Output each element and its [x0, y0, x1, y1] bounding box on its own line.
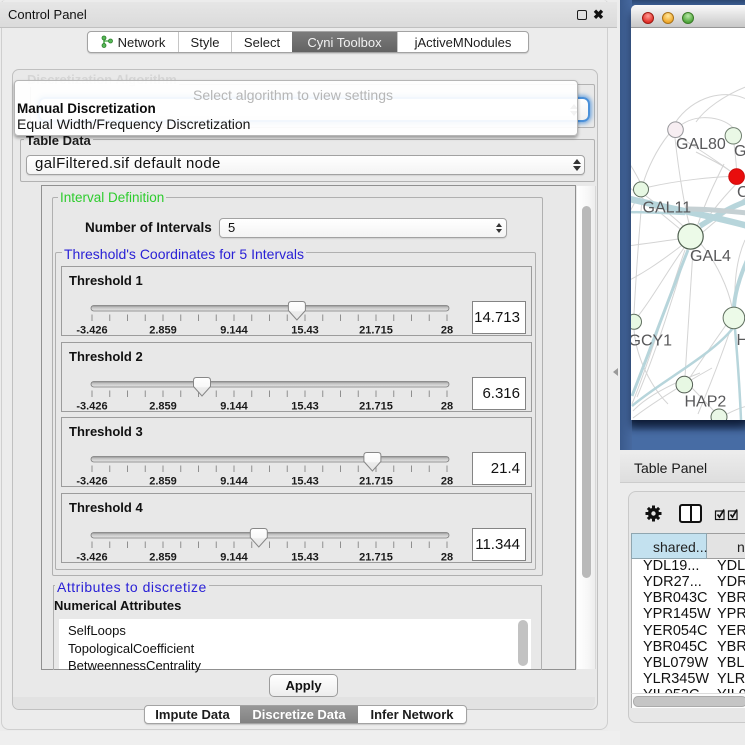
- svg-text:-3.426: -3.426: [76, 401, 107, 412]
- svg-text:-3.426: -3.426: [76, 476, 107, 487]
- svg-text:15.43: 15.43: [291, 552, 319, 563]
- svg-text:2.859: 2.859: [149, 476, 177, 487]
- svg-text:21.715: 21.715: [359, 552, 393, 563]
- svg-text:21.715: 21.715: [359, 476, 393, 487]
- svg-text:28: 28: [441, 325, 453, 336]
- svg-text:9.144: 9.144: [220, 476, 248, 487]
- svg-text:28: 28: [441, 401, 453, 412]
- svg-text:15.43: 15.43: [291, 325, 319, 336]
- svg-text:GAL80: GAL80: [676, 136, 726, 153]
- svg-text:-3.426: -3.426: [76, 552, 107, 563]
- svg-text:9.144: 9.144: [220, 552, 248, 563]
- svg-text:21.715: 21.715: [359, 401, 393, 412]
- svg-text:-3.426: -3.426: [76, 325, 107, 336]
- svg-text:9.144: 9.144: [220, 401, 248, 412]
- svg-text:HAP2: HAP2: [685, 393, 727, 410]
- svg-text:2.859: 2.859: [149, 401, 177, 412]
- svg-text:G..: G..: [734, 143, 745, 160]
- svg-text:9.144: 9.144: [220, 325, 248, 336]
- svg-text:28: 28: [441, 476, 453, 487]
- svg-text:28: 28: [441, 552, 453, 563]
- svg-text:2.859: 2.859: [149, 325, 177, 336]
- svg-text:GCY1: GCY1: [631, 333, 672, 350]
- svg-text:H: H: [737, 332, 745, 349]
- svg-text:C: C: [737, 184, 745, 201]
- svg-text:21.715: 21.715: [359, 325, 393, 336]
- svg-text:GAL4: GAL4: [690, 248, 731, 265]
- svg-text:GAL11: GAL11: [643, 200, 692, 217]
- svg-text:15.43: 15.43: [291, 401, 319, 412]
- svg-text:15.43: 15.43: [291, 476, 319, 487]
- svg-text:2.859: 2.859: [149, 552, 177, 563]
